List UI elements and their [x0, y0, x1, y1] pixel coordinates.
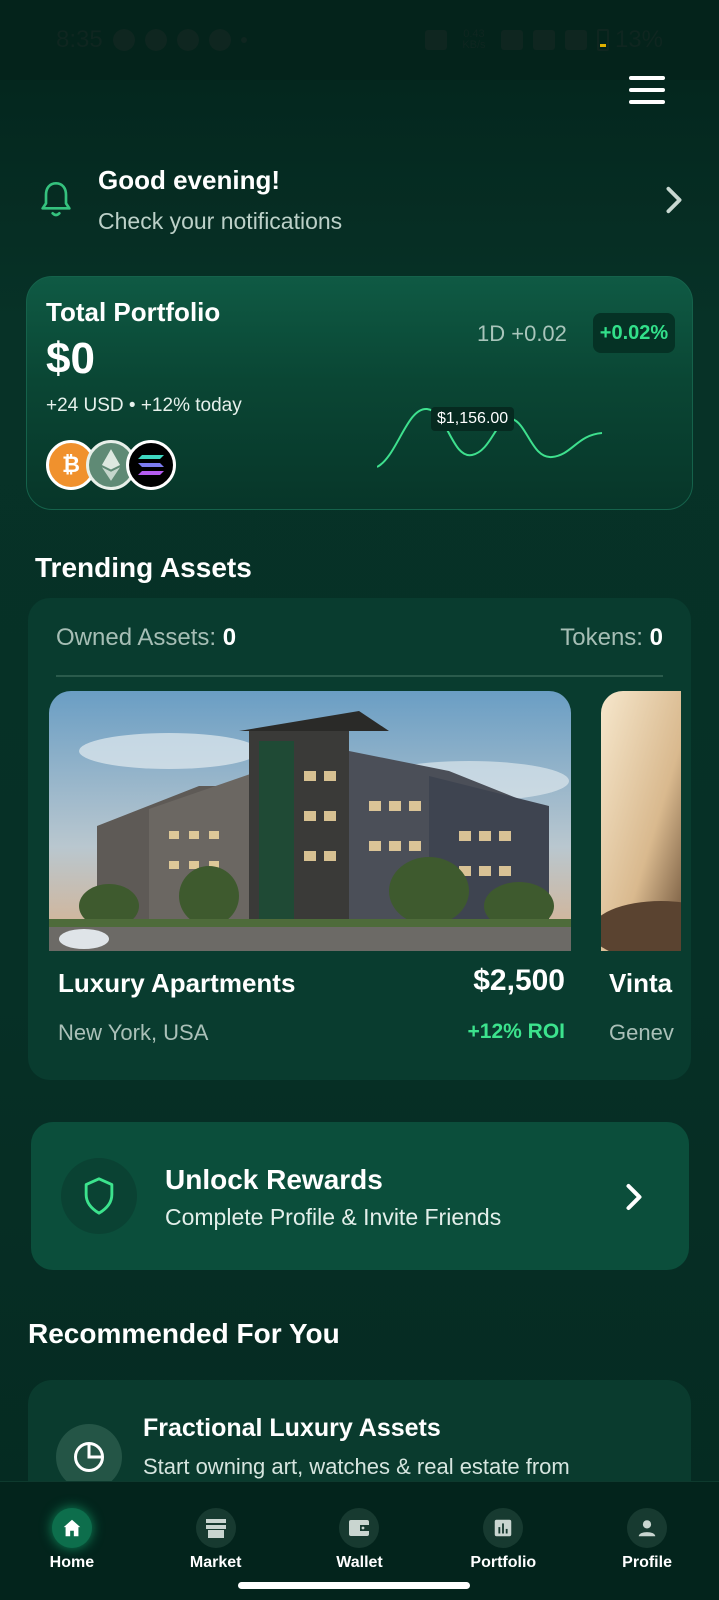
user-icon: [627, 1508, 668, 1548]
status-bar-right: 0.43 KB/s 13%: [424, 26, 663, 54]
snapchat-icon: [208, 29, 231, 51]
owned-assets: Owned Assets: 0: [56, 624, 237, 651]
asset-name: Vinta: [609, 968, 673, 998]
portfolio-period-change: 1D +0.02: [477, 321, 567, 346]
signal-icon: [532, 30, 555, 50]
status-time: 8:35: [56, 26, 103, 53]
asset-counts: Owned Assets: 0 Tokens: 0: [56, 624, 663, 652]
asset-location: Genev: [609, 1020, 674, 1045]
battery-icon: [596, 29, 609, 51]
nav-label: Home: [49, 1554, 95, 1571]
nav-label: Market: [189, 1554, 242, 1571]
portfolio-change-badge: +0.02%: [593, 313, 675, 353]
home-indicator[interactable]: [238, 1582, 470, 1589]
nav-label: Wallet: [336, 1554, 383, 1571]
network-speed: 0.43 KB/s: [462, 28, 486, 51]
telegram-icon: [112, 29, 135, 51]
portfolio-value: $0: [46, 334, 95, 383]
recommended-card-title: Fractional Luxury Assets: [143, 1414, 441, 1442]
greeting-subtitle: Check your notifications: [98, 208, 343, 234]
rewards-subtitle: Complete Profile & Invite Friends: [165, 1204, 502, 1230]
snapchat-icon: [176, 29, 199, 51]
sparkline-value-label: $1,156.00: [431, 407, 515, 431]
greeting-text: Good evening! Check your notifications: [98, 165, 662, 235]
shield-icon: [61, 1158, 137, 1234]
asset-location: New York, USA: [58, 1020, 209, 1045]
notifications-row[interactable]: Good evening! Check your notifications: [36, 160, 686, 240]
asset-roi: +12% ROI: [467, 1020, 565, 1043]
wallet-icon: [339, 1508, 380, 1548]
snapchat-icon: [144, 29, 167, 51]
nav-label: Profile: [622, 1554, 672, 1571]
asset-image-vintage[interactable]: [601, 691, 681, 951]
chart-icon: [483, 1508, 524, 1548]
mute-icon: [424, 30, 447, 50]
wifi-icon: [500, 30, 523, 50]
unlock-rewards-card[interactable]: Unlock Rewards Complete Profile & Invite…: [31, 1122, 689, 1270]
recommended-title: Recommended For You: [28, 1318, 340, 1349]
status-bar-left: 8:35: [56, 26, 247, 54]
battery-indicator: 13%: [596, 26, 663, 54]
asset-name: Luxury Apartments: [58, 968, 296, 998]
nav-home[interactable]: Home: [12, 1482, 132, 1600]
trending-assets-card: Owned Assets: 0 Tokens: 0 Luxury Apartme…: [28, 598, 691, 1080]
menu-icon[interactable]: [629, 76, 665, 104]
trending-title: Trending Assets: [35, 552, 252, 583]
store-icon: [195, 1508, 236, 1548]
home-screen: 8:35 0.43 KB/s 13% Good evening! Check y…: [0, 0, 719, 1600]
nav-label: Portfolio: [470, 1554, 537, 1571]
recommended-card-subtitle: Start owning art, watches & real estate …: [143, 1454, 570, 1479]
portfolio-card[interactable]: Total Portfolio $0 +24 USD • +12% today …: [26, 276, 693, 510]
portfolio-title: Total Portfolio: [46, 297, 221, 327]
nav-profile[interactable]: Profile: [587, 1482, 707, 1600]
portfolio-change: +24 USD • +12% today: [46, 395, 242, 416]
bell-icon: [41, 182, 71, 217]
solana-icon: [126, 440, 176, 490]
signal-icon: [564, 30, 587, 50]
chevron-right-icon: [626, 1183, 642, 1211]
divider: [56, 675, 663, 677]
battery-percent: 13%: [614, 26, 663, 53]
more-notifications-icon: [240, 37, 247, 43]
chevron-right-icon: [666, 186, 682, 214]
asset-price: $2,500: [473, 964, 565, 997]
asset-image-luxury-apartments[interactable]: [49, 691, 571, 951]
status-bar: 8:35 0.43 KB/s 13%: [0, 0, 719, 80]
tokens-count: Tokens: 0: [560, 624, 663, 651]
home-icon: [51, 1508, 92, 1548]
rewards-title: Unlock Rewards: [165, 1164, 383, 1195]
greeting-title: Good evening!: [98, 165, 280, 195]
